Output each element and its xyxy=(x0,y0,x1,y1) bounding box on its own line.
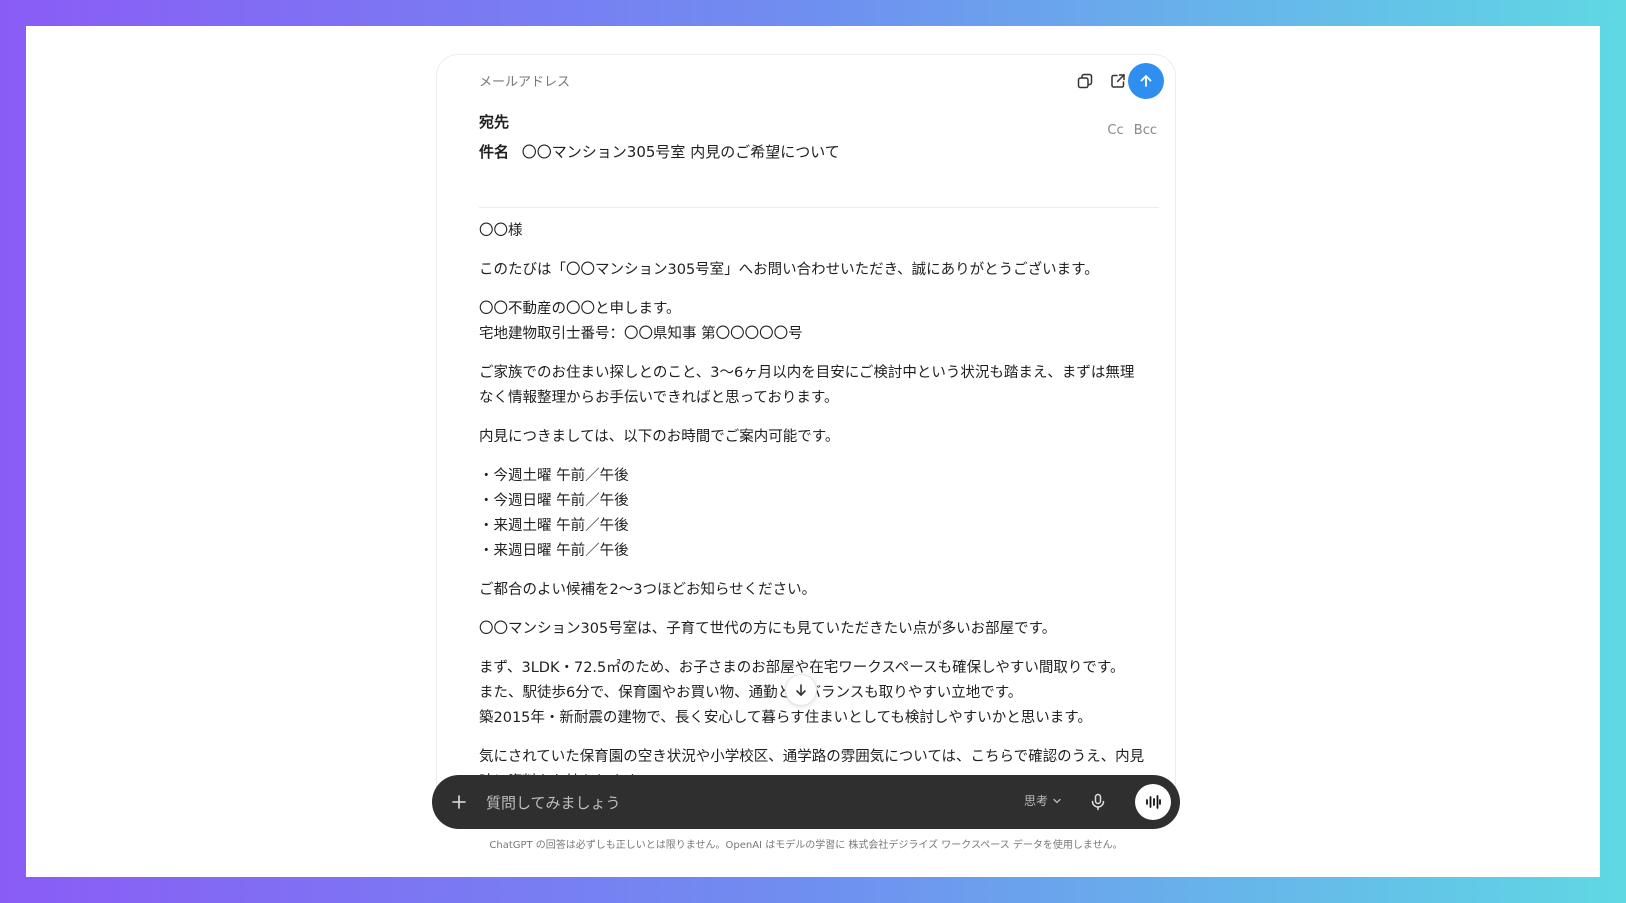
email-card-header: メールアドレス xyxy=(437,55,1175,107)
body-paragraph: このたびは「〇〇マンション305号室」へお問い合わせいただき、誠にありがとうござ… xyxy=(479,262,1099,278)
disclaimer-text: ChatGPT の回答は必ずしも正しいとは限りません。OpenAI はモデルの学… xyxy=(489,840,1123,851)
body-paragraph: ご都合のよい候補を2〜3つほどお知らせください。 xyxy=(479,582,817,598)
plus-icon[interactable] xyxy=(446,789,472,815)
subject-field[interactable]: 件名 〇〇マンション305号室 内見のご希望について xyxy=(479,141,840,162)
to-field[interactable]: 宛先 xyxy=(479,111,517,132)
chevron-down-icon xyxy=(1053,798,1061,803)
scroll-down-button[interactable] xyxy=(785,674,817,706)
voice-mode-button[interactable] xyxy=(1135,784,1171,820)
to-label: 宛先 xyxy=(479,113,510,131)
body-paragraph: 〇〇不動産の〇〇と申します。 宅地建物取引士番号：〇〇県知事 第〇〇〇〇〇号 xyxy=(479,301,803,342)
chat-composer: 思考 xyxy=(432,775,1180,829)
email-kind-label: メールアドレス xyxy=(479,75,571,90)
bcc-toggle[interactable]: Bcc xyxy=(1134,123,1157,138)
think-mode-dropdown[interactable]: 思考 xyxy=(1024,792,1062,809)
cc-toggle[interactable]: Cc xyxy=(1107,123,1123,138)
body-paragraph: 内見につきましては、以下のお時間でご案内可能です。 xyxy=(479,429,840,445)
chat-screen: メールアドレス 宛先 Cc Bcc 件名 〇〇マンション305号室 内見のご希望… xyxy=(26,26,1600,877)
cc-bcc-toggles: Cc Bcc xyxy=(1101,123,1157,138)
think-mode-label: 思考 xyxy=(1024,794,1049,808)
body-paragraph: 〇〇様 xyxy=(479,223,523,239)
send-email-button[interactable] xyxy=(1128,63,1164,99)
body-paragraph: ・今週土曜 午前／午後 ・今週日曜 午前／午後 ・来週土曜 午前／午後 ・来週日… xyxy=(479,468,629,559)
body-paragraph: 〇〇マンション305号室は、子育て世代の方にも見ていただきたい点が多いお部屋です… xyxy=(479,621,1057,637)
subject-value: 〇〇マンション305号室 内見のご希望について xyxy=(521,143,840,161)
header-divider xyxy=(479,207,1159,208)
subject-label: 件名 xyxy=(479,143,510,161)
email-body[interactable]: 〇〇様 このたびは「〇〇マンション305号室」へお問い合わせいただき、誠にありが… xyxy=(479,219,1145,809)
microphone-icon[interactable] xyxy=(1084,788,1112,816)
email-draft-card: メールアドレス 宛先 Cc Bcc 件名 〇〇マンション305号室 内見のご希望… xyxy=(436,54,1176,816)
chat-input[interactable] xyxy=(484,787,988,819)
arrow-down-icon xyxy=(796,684,806,696)
waveform-icon xyxy=(1146,795,1161,809)
body-paragraph: ご家族でのお住まい探しとのこと、3〜6ヶ月以内を目安にご検討中という状況も踏まえ… xyxy=(479,365,1135,406)
copy-icon[interactable] xyxy=(1071,67,1099,95)
arrow-up-icon xyxy=(1140,75,1152,87)
